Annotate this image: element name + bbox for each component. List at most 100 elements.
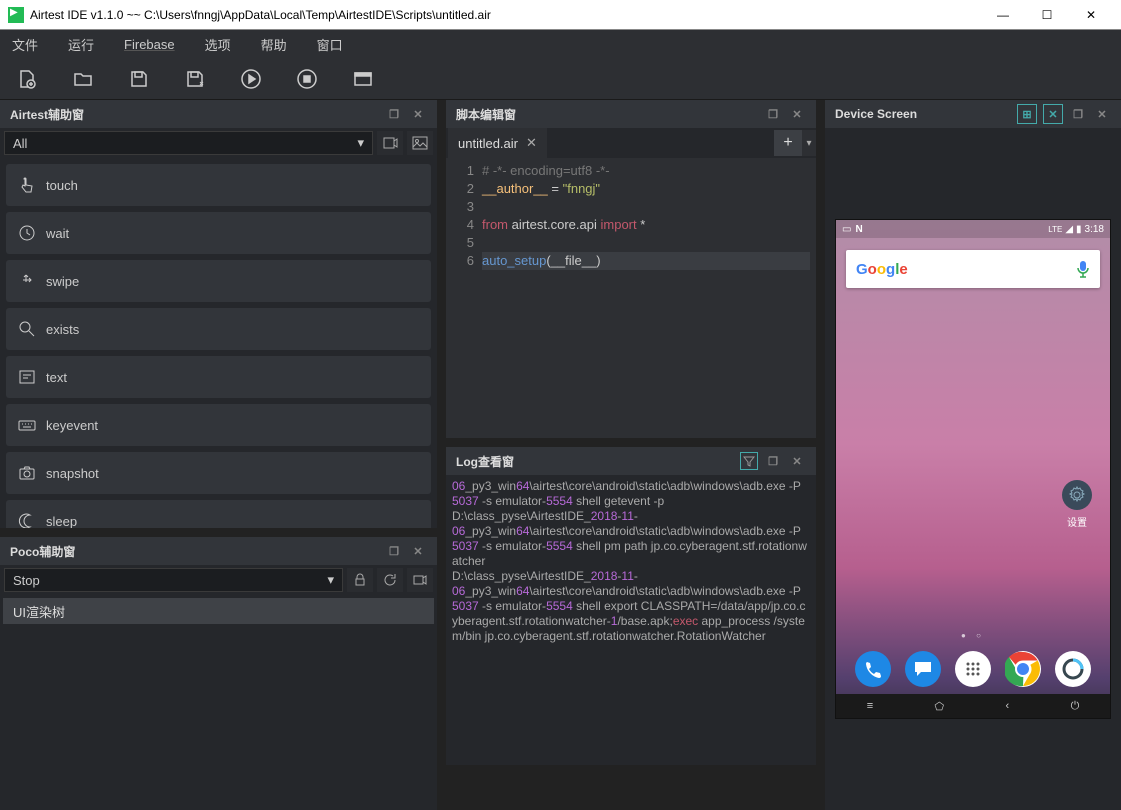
log-button[interactable] bbox=[352, 68, 374, 90]
log-panel-header: Log查看窗 ❐ ✕ bbox=[446, 447, 816, 475]
android-n-icon: N bbox=[855, 224, 862, 235]
panel-float-icon[interactable]: ❐ bbox=[764, 452, 782, 470]
panel-close-icon[interactable]: ✕ bbox=[409, 542, 427, 560]
save-as-button[interactable] bbox=[184, 68, 206, 90]
nav-back-icon[interactable]: ‹ bbox=[1006, 700, 1010, 712]
add-tab-button[interactable]: + bbox=[774, 130, 802, 156]
panel-float-icon[interactable]: ❐ bbox=[764, 105, 782, 123]
clock-label: 3:18 bbox=[1085, 224, 1104, 235]
nav-home-icon[interactable]: ⬠ bbox=[935, 700, 945, 713]
code-editor[interactable]: 123456 # -*- encoding=utf8 -*- __author_… bbox=[446, 158, 816, 438]
save-button[interactable] bbox=[128, 68, 150, 90]
airtest-filter-combo[interactable]: All▾ bbox=[4, 131, 373, 155]
cmd-exists[interactable]: exists bbox=[6, 308, 431, 350]
device-grid-icon[interactable]: ⊞ bbox=[1017, 104, 1037, 124]
device-screen[interactable]: ▭ N LTE◢▮3:18 Google 设置 ● ○ bbox=[835, 219, 1111, 719]
panel-close-icon[interactable]: ✕ bbox=[788, 105, 806, 123]
editor-panel-title: 脚本编辑窗 bbox=[456, 106, 758, 123]
device-tools-icon[interactable]: ✕ bbox=[1043, 104, 1063, 124]
google-logo: Google bbox=[856, 261, 908, 278]
mic-icon[interactable] bbox=[1076, 260, 1090, 278]
camera-app-icon[interactable] bbox=[1055, 651, 1091, 687]
device-panel-title: Device Screen bbox=[835, 107, 1011, 121]
cmd-swipe[interactable]: swipe bbox=[6, 260, 431, 302]
poco-refresh-button[interactable] bbox=[377, 568, 403, 592]
cmd-keyevent[interactable]: keyevent bbox=[6, 404, 431, 446]
window-title: Airtest IDE v1.1.0 ~~ C:\Users\fnngj\App… bbox=[30, 8, 981, 22]
cmd-snapshot[interactable]: snapshot bbox=[6, 452, 431, 494]
settings-app-icon[interactable]: 设置 bbox=[1062, 480, 1092, 529]
lte-label: LTE bbox=[1048, 225, 1062, 234]
cmd-sleep[interactable]: sleep bbox=[6, 500, 431, 528]
editor-tabbar: untitled.air✕ + ▾ bbox=[446, 128, 816, 158]
poco-record-button[interactable] bbox=[407, 568, 433, 592]
menu-file[interactable]: 文件 bbox=[12, 35, 38, 54]
cmd-text[interactable]: text bbox=[6, 356, 431, 398]
panel-close-icon[interactable]: ✕ bbox=[788, 452, 806, 470]
poco-panel-header: Poco辅助窗 ❐ ✕ bbox=[0, 537, 437, 565]
log-panel-title: Log查看窗 bbox=[456, 453, 734, 470]
chevron-down-icon: ▾ bbox=[327, 572, 334, 588]
chevron-down-icon: ▾ bbox=[357, 135, 364, 151]
menu-options[interactable]: 选项 bbox=[205, 35, 231, 54]
menu-bar: 文件 运行 Firebase 选项 帮助 窗口 bbox=[0, 30, 1121, 58]
chrome-app-icon[interactable] bbox=[1005, 651, 1041, 687]
editor-panel-header: 脚本编辑窗 ❐ ✕ bbox=[446, 100, 816, 128]
menu-help[interactable]: 帮助 bbox=[261, 35, 287, 54]
tab-close-icon[interactable]: ✕ bbox=[526, 135, 537, 151]
android-dock bbox=[836, 646, 1110, 692]
run-button[interactable] bbox=[240, 68, 262, 90]
panel-float-icon[interactable]: ❐ bbox=[385, 542, 403, 560]
tab-overflow-icon[interactable]: ▾ bbox=[802, 130, 816, 156]
menu-run[interactable]: 运行 bbox=[68, 35, 94, 54]
home-pager-dots: ● ○ bbox=[836, 631, 1110, 640]
sdcard-icon: ▭ bbox=[842, 224, 851, 235]
airtest-panel-header: Airtest辅助窗 ❐ ✕ bbox=[0, 100, 437, 128]
image-button[interactable] bbox=[407, 131, 433, 155]
close-button[interactable]: ✕ bbox=[1069, 0, 1113, 30]
record-button[interactable] bbox=[377, 131, 403, 155]
nav-menu-icon[interactable]: ≡ bbox=[867, 700, 873, 712]
android-navbar: ≡ ⬠ ‹ ⏻ bbox=[836, 694, 1110, 718]
device-panel-header: Device Screen ⊞ ✕ ❐ ✕ bbox=[825, 100, 1121, 128]
minimize-button[interactable]: — bbox=[981, 0, 1025, 30]
menu-firebase[interactable]: Firebase bbox=[124, 37, 175, 52]
editor-tab[interactable]: untitled.air✕ bbox=[448, 128, 547, 158]
panel-float-icon[interactable]: ❐ bbox=[1069, 105, 1087, 123]
phone-app-icon[interactable] bbox=[855, 651, 891, 687]
google-search-bar[interactable]: Google bbox=[846, 250, 1100, 288]
code-content[interactable]: # -*- encoding=utf8 -*- __author__ = "fn… bbox=[482, 158, 816, 438]
poco-panel-title: Poco辅助窗 bbox=[10, 543, 379, 560]
panel-close-icon[interactable]: ✕ bbox=[409, 105, 427, 123]
poco-tree-root[interactable]: UI渲染树 bbox=[3, 598, 434, 624]
log-output[interactable]: 06_py3_win64\airtest\core\android\static… bbox=[446, 475, 816, 765]
cmd-touch[interactable]: touch bbox=[6, 164, 431, 206]
main-area: Airtest辅助窗 ❐ ✕ All▾ touch wait swipe exi… bbox=[0, 100, 1121, 810]
maximize-button[interactable]: ☐ bbox=[1025, 0, 1069, 30]
airtest-command-list: touch wait swipe exists text keyevent sn… bbox=[0, 158, 437, 528]
menu-window[interactable]: 窗口 bbox=[317, 35, 343, 54]
battery-icon: ▮ bbox=[1076, 224, 1082, 235]
messages-app-icon[interactable] bbox=[905, 651, 941, 687]
main-toolbar bbox=[0, 58, 1121, 100]
signal-icon: ◢ bbox=[1065, 224, 1073, 235]
poco-mode-combo[interactable]: Stop▾ bbox=[4, 568, 343, 592]
airtest-filter-bar: All▾ bbox=[0, 128, 437, 158]
nav-power-icon[interactable]: ⏻ bbox=[1071, 700, 1080, 713]
line-gutter: 123456 bbox=[446, 158, 482, 438]
cmd-wait[interactable]: wait bbox=[6, 212, 431, 254]
poco-lock-button[interactable] bbox=[347, 568, 373, 592]
device-screen-area: ▭ N LTE◢▮3:18 Google 设置 ● ○ bbox=[825, 128, 1121, 810]
airtest-panel-title: Airtest辅助窗 bbox=[10, 106, 379, 123]
panel-float-icon[interactable]: ❐ bbox=[385, 105, 403, 123]
window-titlebar: Airtest IDE v1.1.0 ~~ C:\Users\fnngj\App… bbox=[0, 0, 1121, 30]
poco-control-bar: Stop▾ bbox=[0, 565, 437, 595]
log-filter-icon[interactable] bbox=[740, 452, 758, 470]
stop-button[interactable] bbox=[296, 68, 318, 90]
open-file-button[interactable] bbox=[72, 68, 94, 90]
app-logo-icon bbox=[8, 7, 24, 23]
apps-drawer-icon[interactable] bbox=[955, 651, 991, 687]
panel-close-icon[interactable]: ✕ bbox=[1093, 105, 1111, 123]
android-statusbar: ▭ N LTE◢▮3:18 bbox=[836, 220, 1110, 238]
new-file-button[interactable] bbox=[16, 68, 38, 90]
